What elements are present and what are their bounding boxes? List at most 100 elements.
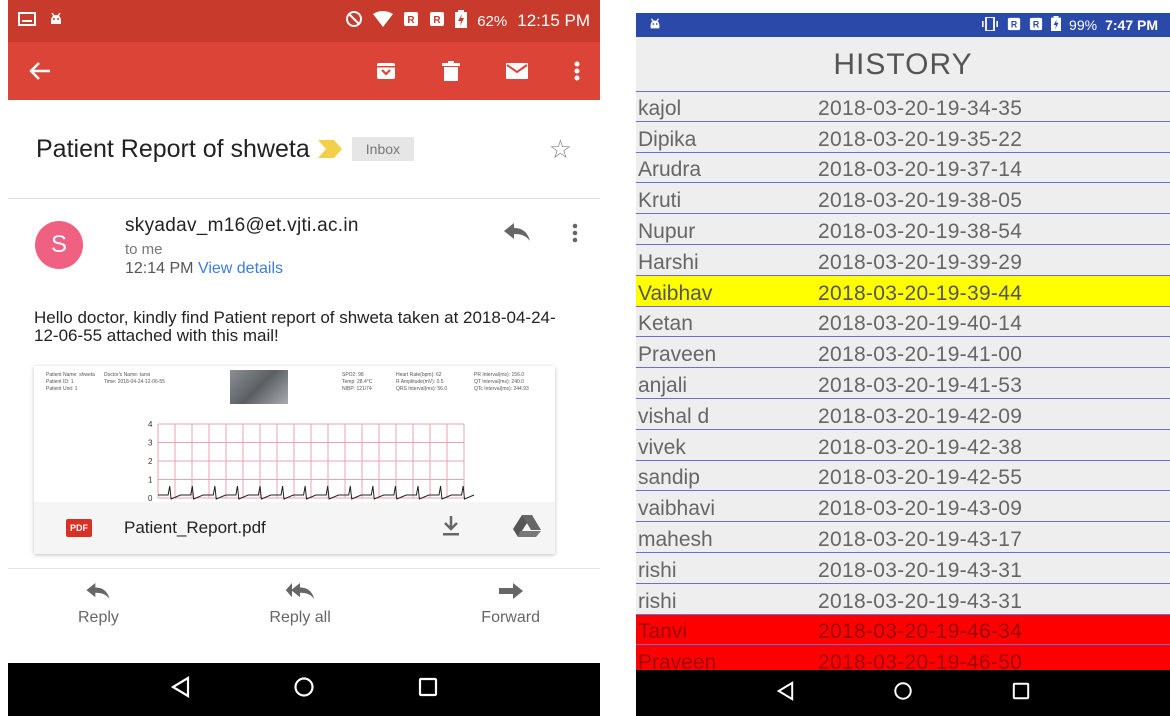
reply-button[interactable]: Reply: [78, 583, 119, 660]
forward-icon: [498, 583, 523, 599]
archive-icon[interactable]: [376, 61, 396, 81]
reply-all-button[interactable]: Reply all: [269, 583, 331, 660]
reply-all-label: Reply all: [269, 609, 331, 626]
importance-marker-icon[interactable]: [317, 140, 342, 158]
record-timestamp: 2018-03-20-19-39-44: [818, 281, 1023, 305]
patient-name: vishal d: [638, 404, 710, 428]
history-screen: R R 99% 7:47 PM HISTORY kajol 2018-03-20-…: [636, 13, 1170, 716]
patient-name: rishi: [638, 589, 677, 613]
ecg-chart: 4 3 2 1 0: [148, 420, 475, 502]
list-item[interactable]: Arudra 2018-03-20-19-37-14: [636, 153, 1170, 184]
svg-text:R: R: [1033, 19, 1040, 29]
list-item[interactable]: vishal d 2018-03-20-19-42-09: [636, 399, 1170, 430]
ecg-trace: [158, 485, 475, 500]
list-item[interactable]: kajol 2018-03-20-19-34-35: [636, 91, 1170, 122]
list-item[interactable]: rishi 2018-03-20-19-43-31: [636, 553, 1170, 584]
list-item[interactable]: sandip 2018-03-20-19-42-55: [636, 461, 1170, 492]
view-details-link[interactable]: View details: [198, 260, 283, 277]
y-tick-label: 3: [148, 439, 153, 448]
reply-label: Reply: [78, 609, 119, 626]
home-nav-icon[interactable]: [293, 676, 315, 703]
patient-name: vivek: [638, 435, 686, 459]
list-item[interactable]: Praveen 2018-03-20-19-41-00: [636, 337, 1170, 369]
email-body: Hello doctor, kindly find Patient report…: [34, 308, 556, 345]
sent-time: 12:14 PM: [125, 260, 194, 277]
wifi-icon: [373, 10, 394, 32]
list-item[interactable]: Nupur 2018-03-20-19-38-54: [636, 214, 1170, 245]
vibrate-icon: [981, 15, 999, 34]
more-vert-icon[interactable]: [574, 61, 580, 81]
record-timestamp: 2018-03-20-19-46-34: [818, 620, 1023, 644]
recents-nav-icon[interactable]: [1012, 682, 1030, 705]
patient-name: Kruti: [638, 189, 682, 213]
record-timestamp: 2018-03-20-19-42-09: [818, 404, 1023, 428]
list-item[interactable]: vivek 2018-03-20-19-42-38: [636, 430, 1170, 461]
navigation-bar: [8, 663, 600, 716]
more-vert-icon[interactable]: [572, 223, 578, 248]
list-item[interactable]: anjali 2018-03-20-19-41-53: [636, 368, 1170, 399]
patient-name: sandip: [638, 466, 700, 490]
back-nav-icon[interactable]: [170, 676, 190, 703]
attachment-card[interactable]: Patient Name: shweta Patient ID: 1 Patie…: [34, 366, 555, 554]
recents-nav-icon[interactable]: [418, 677, 438, 702]
patient-name: Dipika: [638, 127, 697, 151]
y-tick-label: 1: [148, 476, 153, 485]
home-nav-icon[interactable]: [893, 681, 913, 706]
history-content: HISTORY kajol 2018-03-20-19-34-35 Dipika 20…: [636, 37, 1170, 677]
back-arrow-icon[interactable]: [28, 61, 52, 81]
drive-icon[interactable]: [513, 514, 541, 542]
list-item[interactable]: vaibhavi 2018-03-20-19-43-09: [636, 491, 1170, 523]
image-notification-icon: [18, 11, 36, 31]
record-timestamp: 2018-03-20-19-34-35: [818, 96, 1023, 120]
forward-label: Forward: [481, 609, 540, 626]
list-item[interactable]: Harshi 2018-03-20-19-39-29: [636, 245, 1170, 276]
reply-icon[interactable]: [504, 223, 530, 246]
status-bar: R R 62% 12:15 PM: [8, 0, 600, 42]
battery-icon: [455, 9, 468, 33]
patient-name: anjali: [638, 373, 688, 397]
y-tick-label: 4: [148, 420, 153, 429]
record-timestamp: 2018-03-20-19-43-17: [818, 527, 1023, 551]
svg-text:R: R: [434, 15, 442, 26]
svg-text:R: R: [1011, 19, 1018, 29]
record-timestamp: 2018-03-20-19-43-31: [818, 589, 1023, 613]
list-item[interactable]: Ketan 2018-03-20-19-40-14: [636, 307, 1170, 338]
signal-icon-1: R: [403, 11, 419, 32]
y-tick-label: 0: [148, 494, 153, 502]
record-timestamp: 2018-03-20-19-38-54: [818, 219, 1023, 243]
list-item[interactable]: Kruti 2018-03-20-19-38-05: [636, 183, 1170, 215]
attachment-bar: PDF Patient_Report.pdf: [34, 502, 555, 554]
do-not-disturb-icon: [345, 10, 363, 33]
record-timestamp: 2018-03-20-19-35-22: [818, 127, 1023, 151]
mail-icon[interactable]: [506, 63, 528, 79]
record-timestamp: 2018-03-20-19-40-14: [818, 312, 1023, 336]
list-item[interactable]: Vaibhav 2018-03-20-19-39-44: [636, 275, 1170, 307]
battery-icon: [1051, 16, 1062, 34]
download-icon[interactable]: [441, 515, 461, 541]
list-item[interactable]: mahesh 2018-03-20-19-43-17: [636, 522, 1170, 553]
list-item[interactable]: Dipika 2018-03-20-19-35-22: [636, 122, 1170, 153]
attachment-filename[interactable]: Patient_Report.pdf: [124, 518, 266, 538]
delete-icon[interactable]: [442, 61, 460, 81]
android-notification-icon: [648, 17, 662, 34]
patient-name: Harshi: [638, 250, 699, 274]
patient-name: Vaibhav: [638, 281, 713, 305]
star-icon[interactable]: ☆: [549, 134, 572, 165]
page-title: HISTORY: [833, 48, 973, 81]
back-nav-icon[interactable]: [776, 680, 794, 706]
subject-row: Patient Report of shweta Inbox ☆: [8, 100, 600, 198]
inbox-label[interactable]: Inbox: [351, 137, 415, 161]
record-timestamp: 2018-03-20-19-43-09: [818, 497, 1023, 521]
record-timestamp: 2018-03-20-19-41-53: [818, 373, 1023, 397]
battery-percent: 62%: [477, 12, 508, 30]
avatar[interactable]: S: [35, 221, 83, 269]
forward-button[interactable]: Forward: [481, 583, 540, 660]
patient-name: mahesh: [638, 527, 713, 551]
battery-percent: 99%: [1069, 17, 1098, 33]
list-item[interactable]: rishi 2018-03-20-19-43-31: [636, 584, 1170, 615]
record-timestamp: 2018-03-20-19-42-55: [818, 466, 1023, 490]
patient-name: Praveen: [638, 343, 717, 367]
record-timestamp: 2018-03-20-19-41-00: [818, 343, 1023, 367]
record-timestamp: 2018-03-20-19-39-29: [818, 250, 1023, 274]
list-item[interactable]: Tanvi 2018-03-20-19-46-34: [636, 614, 1170, 646]
